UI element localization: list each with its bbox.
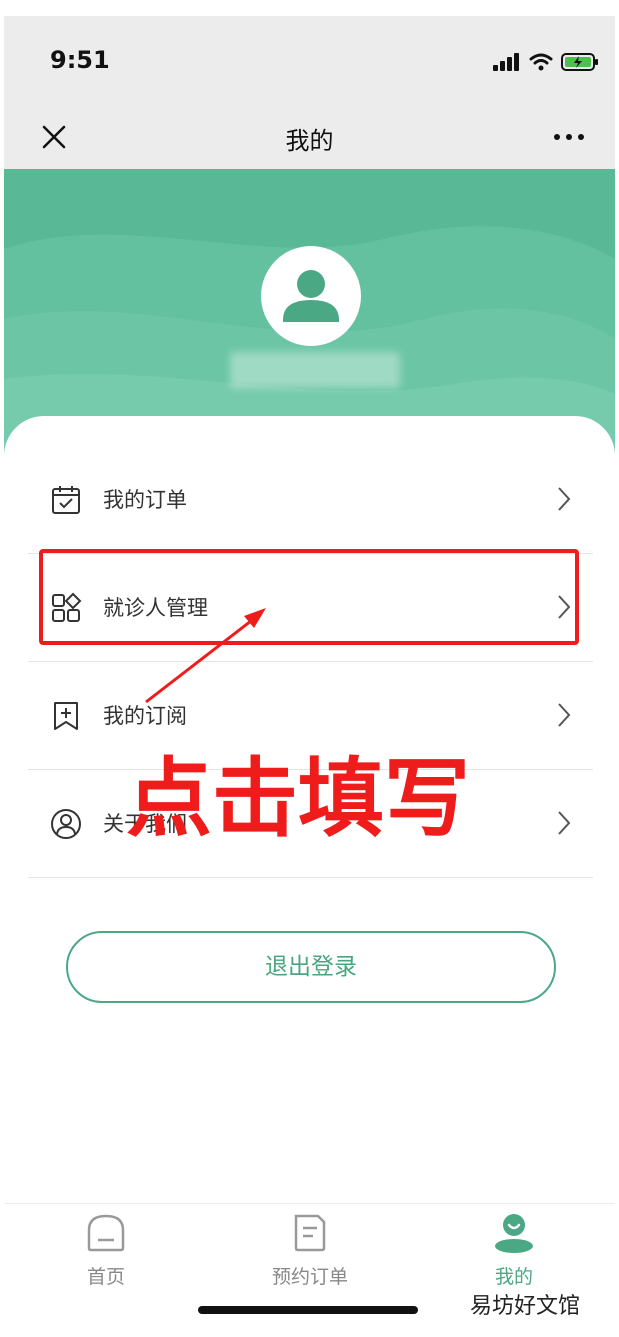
tab-home[interactable]: 首页 — [26, 1212, 186, 1289]
profile-icon — [495, 1214, 533, 1253]
tab-label-appointment-orders: 预约订单 — [271, 1266, 348, 1288]
logout-button[interactable]: 退出登录 — [66, 931, 556, 1003]
app-frame: 9:51 我的 我的订单 就诊人管理 我的订阅 关于我们 退出登录 点击填写 首… — [4, 16, 615, 1337]
watermark-text: 易坊好文馆 — [470, 1294, 581, 1319]
tab-appointment-orders[interactable]: 预约订单 — [230, 1212, 390, 1289]
home-indicator — [198, 1306, 418, 1314]
tab-profile[interactable]: 我的 — [434, 1212, 594, 1289]
annotation-text: 点击填写 — [126, 749, 470, 849]
document-icon — [294, 1214, 326, 1252]
home-icon — [87, 1214, 125, 1252]
tab-label-profile: 我的 — [494, 1266, 533, 1288]
tab-label-home: 首页 — [86, 1266, 125, 1288]
